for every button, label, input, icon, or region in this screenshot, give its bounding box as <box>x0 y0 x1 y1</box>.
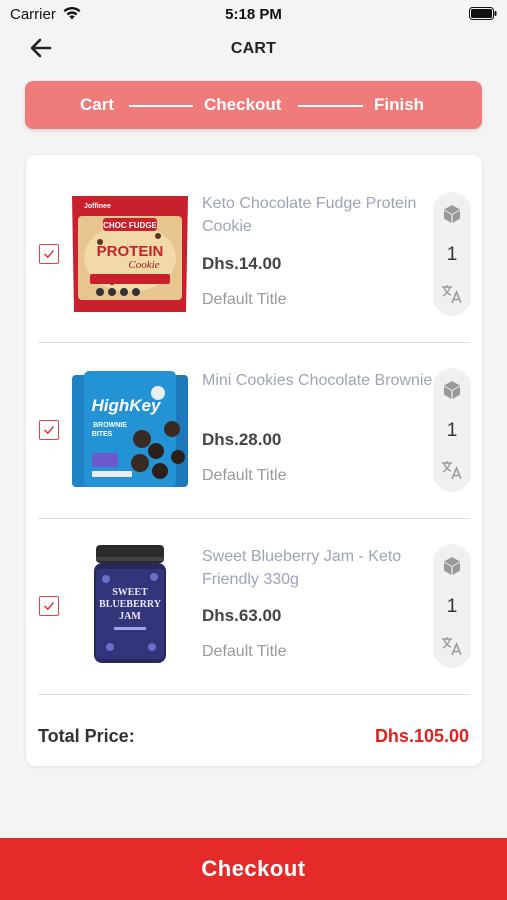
package-line1: SWEET <box>112 587 148 598</box>
package-line2: PROTEIN <box>97 243 164 260</box>
item-checkbox[interactable] <box>39 420 59 440</box>
step-cart: Cart <box>80 95 115 114</box>
package-line3: Cookie <box>128 259 159 271</box>
step-connector <box>298 105 363 107</box>
status-time: 5:18 PM <box>225 6 282 23</box>
cart-item: CHOC FUDGE PROTEIN Cookie Joffinee Keto … <box>26 166 482 342</box>
battery-icon <box>469 7 497 20</box>
step-checkout: Checkout <box>204 95 282 114</box>
total-price-label: Total Price: <box>38 726 135 746</box>
checkout-stepper: Cart Checkout Finish <box>25 81 482 129</box>
check-icon <box>43 425 55 435</box>
quantity-control: 1 <box>433 544 471 668</box>
package-line2: BLUEBERRY <box>99 599 162 610</box>
cart-card: CHOC FUDGE PROTEIN Cookie Joffinee Keto … <box>26 155 482 766</box>
translate-icon[interactable] <box>441 636 463 656</box>
cart-item: HighKey BROWNIE BITES Mini Cookies Choco… <box>26 343 482 519</box>
translate-icon[interactable] <box>441 460 463 480</box>
item-variant: Default Title <box>202 291 287 308</box>
highkey-brownie-bags: HighKey BROWNIE BITES <box>72 371 188 487</box>
step-connector <box>129 105 193 107</box>
item-name[interactable]: Keto Chocolate Fudge Protein Cookie <box>202 192 442 238</box>
check-icon <box>43 601 55 611</box>
translate-icon[interactable] <box>441 284 463 304</box>
check-icon <box>43 249 55 259</box>
step-finish: Finish <box>374 95 425 114</box>
package-brand: HighKey <box>92 396 163 415</box>
quantity-value: 1 <box>446 596 458 617</box>
item-price: Dhs.63.00 <box>202 606 282 625</box>
status-bar: Carrier 5:18 PM <box>0 0 507 28</box>
item-checkbox[interactable] <box>39 596 59 616</box>
quantity-value: 1 <box>446 244 458 265</box>
item-variant: Default Title <box>202 467 287 484</box>
total-price-value: Dhs.105.00 <box>374 726 469 746</box>
nav-bar: CART <box>0 30 507 68</box>
page-title: CART <box>230 40 277 57</box>
box-icon[interactable] <box>442 380 462 400</box>
item-variant: Default Title <box>202 643 287 660</box>
protein-cookie-package: CHOC FUDGE PROTEIN Cookie Joffinee <box>72 196 188 312</box>
package-line1: BROWNIE <box>93 422 127 429</box>
package-line1: CHOC FUDGE <box>103 221 157 230</box>
quantity-control: 1 <box>433 368 471 492</box>
item-name[interactable]: Sweet Blueberry Jam - Keto Friendly 330g <box>202 545 442 591</box>
checkout-button[interactable]: Checkout <box>0 838 507 900</box>
box-icon[interactable] <box>442 556 462 576</box>
package-brand: Joffinee <box>84 203 111 210</box>
package-line2: BITES <box>92 431 113 438</box>
quantity-value: 1 <box>446 420 458 441</box>
item-divider <box>38 694 470 695</box>
item-name[interactable]: Mini Cookies Chocolate Brownie <box>202 369 442 392</box>
item-price: Dhs.14.00 <box>202 254 282 273</box>
cart-item: SWEET BLUEBERRY JAM Sweet Blueberry Jam … <box>26 519 482 695</box>
item-checkbox[interactable] <box>39 244 59 264</box>
package-line3: JAM <box>119 611 141 622</box>
item-price: Dhs.28.00 <box>202 430 282 449</box>
box-icon[interactable] <box>442 204 462 224</box>
blueberry-jam-jar: SWEET BLUEBERRY JAM <box>94 545 166 663</box>
quantity-control: 1 <box>433 192 471 316</box>
